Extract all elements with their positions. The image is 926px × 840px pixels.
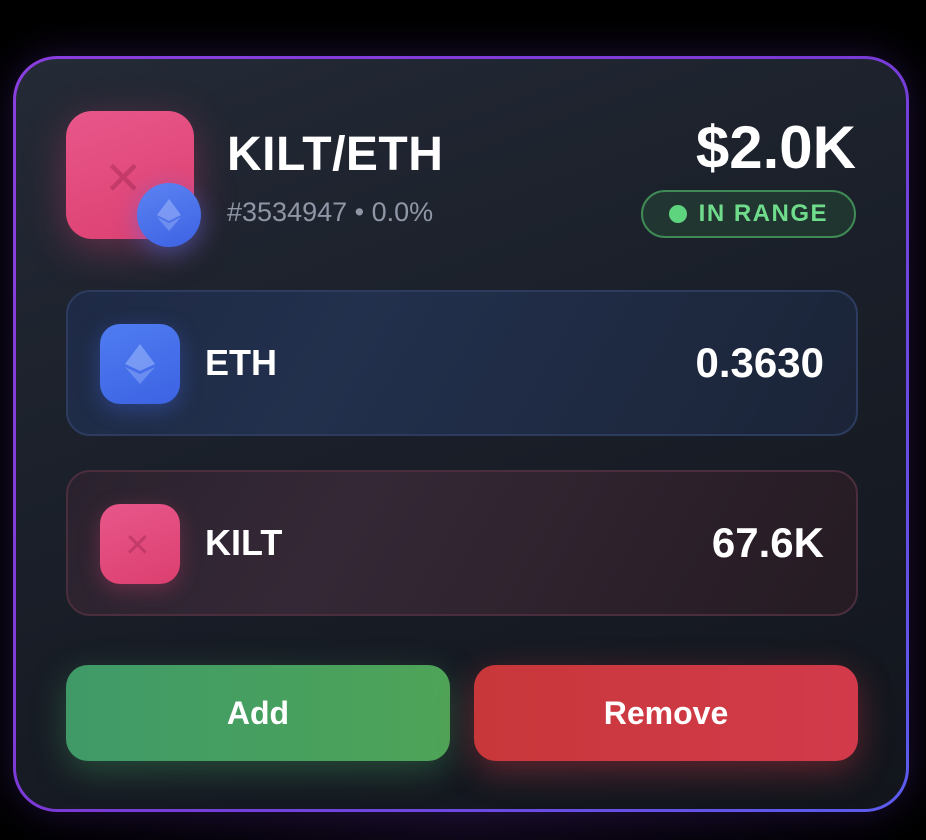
token-amount: 67.6K	[711, 519, 824, 566]
add-liquidity-button[interactable]: Add	[66, 665, 450, 761]
token-row-kilt: ✕ KILT 67.6K	[66, 470, 858, 616]
remove-liquidity-button[interactable]: Remove	[474, 665, 858, 761]
status-badge: IN RANGE	[640, 190, 856, 238]
position-card-border: ✕ KILT/ETH #3534947 • 0.0% $2.0K IN RANG…	[13, 56, 909, 812]
kilt-icon: ✕	[100, 504, 180, 584]
token-symbol: ETH	[205, 342, 277, 383]
position-card[interactable]: ✕ KILT/ETH #3534947 • 0.0% $2.0K IN RANG…	[16, 59, 906, 809]
ethereum-diamond-icon	[157, 199, 181, 231]
kilt-logo-icon: ✕	[104, 152, 143, 204]
position-value: $2.0K	[695, 114, 856, 181]
meta-separator: •	[354, 197, 365, 227]
fee-tier: 0.0%	[371, 197, 434, 227]
status-dot-icon	[668, 205, 687, 223]
status-text: IN RANGE	[698, 200, 828, 227]
token-symbol: KILT	[205, 522, 283, 563]
pair-title: KILT/ETH	[227, 128, 444, 181]
ethereum-diamond-icon	[125, 344, 155, 384]
token-amount: 0.3630	[695, 339, 824, 386]
position-meta: #3534947 • 0.0%	[227, 197, 433, 228]
ethereum-badge-icon	[137, 183, 201, 247]
position-id: #3534947	[227, 197, 348, 227]
stage: ✕ KILT/ETH #3534947 • 0.0% $2.0K IN RANG…	[0, 0, 926, 840]
ethereum-icon	[100, 324, 180, 404]
kilt-logo-icon: ✕	[124, 527, 151, 563]
token-row-eth: ETH 0.3630	[66, 290, 858, 436]
